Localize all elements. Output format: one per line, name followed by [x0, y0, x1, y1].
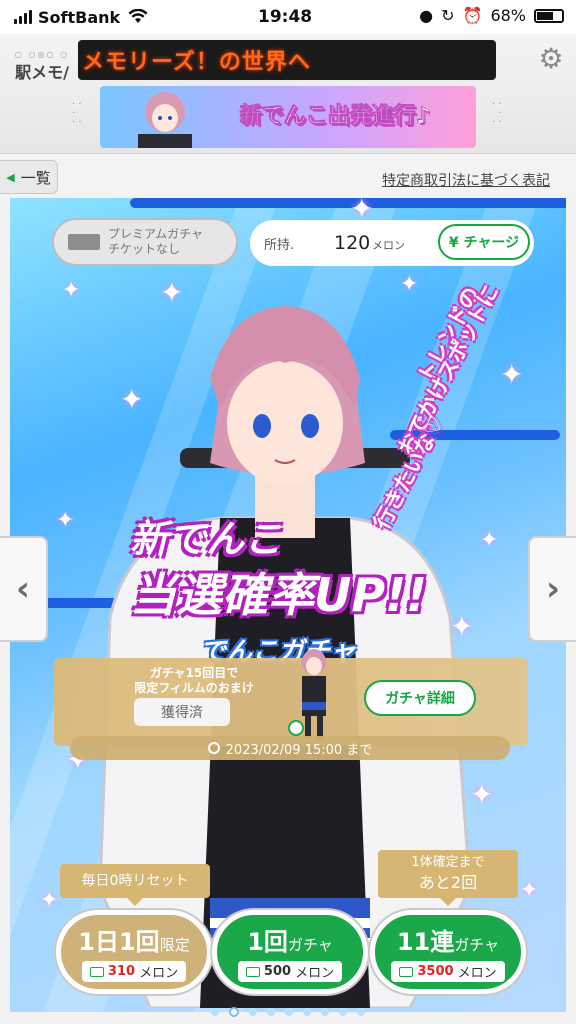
- daily-gacha-button[interactable]: 1日1回限定 310 メロン: [56, 910, 212, 994]
- eleven-gacha-button[interactable]: 11連ガチャ 3500 メロン: [370, 910, 526, 994]
- clock-icon: [207, 742, 220, 754]
- headline-line-2: 当選確率UP!!: [130, 568, 428, 622]
- decorative-dots: · · · · ·: [492, 99, 502, 128]
- melon-unit: メロン: [372, 239, 405, 252]
- page-dot[interactable]: [211, 1008, 219, 1016]
- bonus-panel: ガチャ15回目で 限定フィルムのおまけ 獲得済 ガチャ詳細: [54, 649, 528, 746]
- page-dot[interactable]: [267, 1008, 275, 1016]
- chevron-left-icon: ‹: [15, 569, 30, 609]
- alarm-icon: ⏰: [462, 6, 483, 25]
- bonus-description: ガチャ15回目で 限定フィルムのおまけ: [134, 666, 254, 695]
- daily-reset-tag: 毎日0時リセット: [60, 864, 210, 906]
- character-thumbnail: [138, 92, 192, 148]
- page-dot[interactable]: [357, 1008, 365, 1016]
- page-dot[interactable]: [249, 1008, 257, 1016]
- deadline-bar: 2023/02/09 15:00 まで: [70, 736, 510, 760]
- price-tag: 500 メロン: [237, 961, 343, 982]
- melon-amount: 120: [334, 232, 371, 254]
- back-label: 一覧: [20, 168, 51, 187]
- legal-notice-link[interactable]: 特定商取引法に基づく表記: [382, 170, 550, 190]
- decorative-dots: · · · · ·: [72, 99, 82, 128]
- banner-title: 新でんこ出発進行♪: [240, 104, 431, 130]
- battery-percent: 68%: [490, 6, 526, 25]
- app-header: ○ ○◎○ ○ 駅メモ/ メモリーズ！の世界へ ⚙ · · · · · · · · ·…: [0, 34, 576, 154]
- app-logo[interactable]: ○ ○◎○ ○ 駅メモ/: [12, 46, 72, 90]
- sparkle-icon: ✦: [500, 358, 524, 391]
- price-tag: 310 メロン: [81, 961, 187, 982]
- headline-line-1: 新でんこ: [130, 517, 283, 561]
- owned-label: 所持.: [264, 237, 295, 253]
- price-tag: 3500 メロン: [391, 961, 505, 982]
- person-icon: ●: [419, 6, 434, 25]
- status-bar: SoftBank 19:48 ● ↻ ⏰ 68%: [0, 0, 576, 34]
- card-icon: [245, 966, 260, 977]
- clock: 19:48: [258, 7, 313, 27]
- claimed-badge: 獲得済: [134, 698, 230, 726]
- nav-row: ◀ 一覧 特定商取引法に基づく表記: [0, 154, 576, 198]
- gear-icon[interactable]: ⚙: [538, 45, 564, 73]
- ticket-line-1: プレミアムガチャ: [108, 227, 204, 241]
- promo-banner[interactable]: 新でんこ出発進行♪: [100, 86, 476, 148]
- melon-balance: 所持. 120 メロン ¥ チャージ: [250, 220, 534, 266]
- page-dot[interactable]: [321, 1008, 329, 1016]
- bonus-character-thumbnail: [288, 649, 326, 738]
- carrier-name: SoftBank: [38, 7, 121, 27]
- chevron-right-icon: ›: [545, 569, 560, 609]
- ticket-line-2: チケットなし: [108, 242, 181, 256]
- page-dot[interactable]: [339, 1008, 347, 1016]
- page-indicator[interactable]: [0, 1007, 576, 1017]
- triangle-left-icon: ◀: [6, 170, 15, 184]
- wifi-icon: [128, 9, 148, 23]
- battery-icon: [534, 8, 564, 23]
- deadline-text: 2023/02/09 15:00 まで: [225, 742, 373, 758]
- charge-button[interactable]: ¥ チャージ: [438, 224, 530, 260]
- card-icon: [399, 966, 414, 977]
- ticker-text: メモリーズ！の世界へ: [82, 50, 311, 75]
- button-label: 11連ガチャ: [396, 928, 500, 956]
- button-label: 1日1回限定: [78, 928, 190, 956]
- news-ticker[interactable]: メモリーズ！の世界へ: [78, 40, 496, 80]
- previous-arrow-button[interactable]: ‹: [0, 536, 48, 642]
- gacha-stage: ✦ ✦ ✦ ✦ ✦ ✦ ✦ ✦ ✦ ✦ ✦ ✦ ✦ プレミアムガチャ チケットな…: [10, 198, 566, 1012]
- page-dot[interactable]: [229, 1007, 239, 1017]
- button-label: 1回ガチャ: [247, 928, 333, 956]
- sparkle-icon: ✦: [40, 888, 59, 913]
- page-dot[interactable]: [285, 1008, 293, 1016]
- next-arrow-button[interactable]: ›: [528, 536, 576, 642]
- guarantee-tag: 1体確定まで あと2回: [378, 850, 518, 906]
- single-gacha-button[interactable]: 1回ガチャ 500 メロン: [212, 910, 368, 994]
- decorative-wave: [130, 198, 566, 208]
- back-to-list-button[interactable]: ◀ 一覧: [0, 160, 58, 194]
- premium-ticket-status: プレミアムガチャ チケットなし: [52, 218, 238, 266]
- signal-icon: [14, 10, 32, 24]
- card-icon: [89, 966, 104, 977]
- gacha-detail-button[interactable]: ガチャ詳細: [364, 680, 476, 716]
- ticket-icon: [68, 234, 100, 250]
- page-dot[interactable]: [303, 1008, 311, 1016]
- lock-rotation-icon: ↻: [441, 6, 455, 25]
- sparkle-icon: ✦: [520, 878, 539, 903]
